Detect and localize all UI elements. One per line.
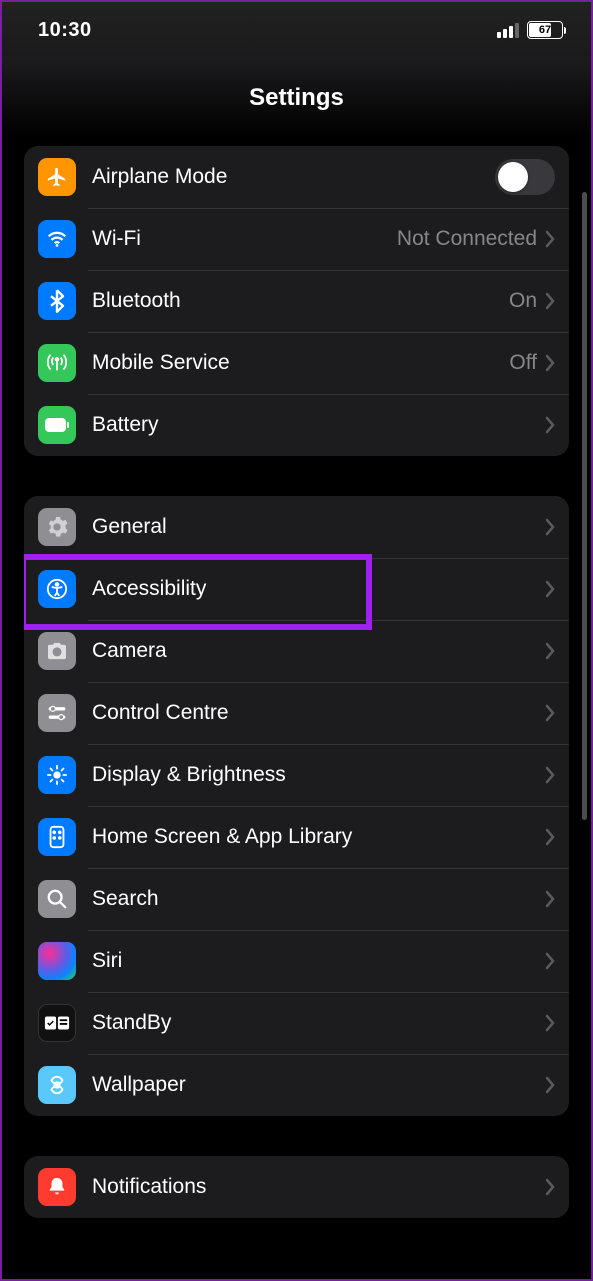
bluetooth-label: Bluetooth [92,289,509,313]
wallpaper-label: Wallpaper [92,1073,545,1097]
row-search[interactable]: Search [24,868,569,930]
wifi-label: Wi-Fi [92,227,397,251]
row-mobile-service[interactable]: Mobile Service Off [24,332,569,394]
wifi-value: Not Connected [397,227,537,251]
mobile-label: Mobile Service [92,351,509,375]
row-display-brightness[interactable]: Display & Brightness [24,744,569,806]
mobile-value: Off [509,351,537,375]
controlcentre-label: Control Centre [92,701,545,725]
chevron-right-icon [545,828,555,846]
chevron-right-icon [545,292,555,310]
chevron-right-icon [545,580,555,598]
airplane-icon [38,158,76,196]
battery-icon: 67 [527,21,563,39]
status-icons: 67 [497,21,563,39]
airplane-label: Airplane Mode [92,165,495,189]
notifications-label: Notifications [92,1175,545,1199]
siri-label: Siri [92,949,545,973]
row-siri[interactable]: Siri [24,930,569,992]
display-label: Display & Brightness [92,763,545,787]
accessibility-label: Accessibility [92,577,545,601]
wifi-icon [38,220,76,258]
status-bar: 10:30 67 [2,2,591,56]
general-label: General [92,515,545,539]
sliders-icon [38,694,76,732]
settings-content: Airplane Mode Wi-Fi Not Connected Blueto… [2,146,591,1218]
row-standby[interactable]: StandBy [24,992,569,1054]
chevron-right-icon [545,1076,555,1094]
row-battery[interactable]: Battery [24,394,569,456]
battery-row-icon [38,406,76,444]
gear-icon [38,508,76,546]
accessibility-icon [38,570,76,608]
scrollbar[interactable] [582,192,587,820]
chevron-right-icon [545,766,555,784]
camera-label: Camera [92,639,545,663]
row-general[interactable]: General [24,496,569,558]
antenna-icon [38,344,76,382]
chevron-right-icon [545,230,555,248]
chevron-right-icon [545,1178,555,1196]
settings-group-notifications: Notifications [24,1156,569,1218]
row-notifications[interactable]: Notifications [24,1156,569,1218]
battery-label: Battery [92,413,545,437]
page-title: Settings [2,84,591,112]
homescreen-label: Home Screen & App Library [92,825,545,849]
settings-group-connectivity: Airplane Mode Wi-Fi Not Connected Blueto… [24,146,569,456]
row-control-centre[interactable]: Control Centre [24,682,569,744]
brightness-icon [38,756,76,794]
chevron-right-icon [545,518,555,536]
row-home-screen[interactable]: Home Screen & App Library [24,806,569,868]
camera-icon [38,632,76,670]
chevron-right-icon [545,704,555,722]
settings-group-general: General Accessibility Camera Control Cen… [24,496,569,1116]
bluetooth-value: On [509,289,537,313]
standby-label: StandBy [92,1011,545,1035]
bell-icon [38,1168,76,1206]
row-wifi[interactable]: Wi-Fi Not Connected [24,208,569,270]
siri-icon [38,942,76,980]
chevron-right-icon [545,642,555,660]
chevron-right-icon [545,890,555,908]
chevron-right-icon [545,952,555,970]
wallpaper-icon [38,1066,76,1104]
row-wallpaper[interactable]: Wallpaper [24,1054,569,1116]
search-icon [38,880,76,918]
bluetooth-icon [38,282,76,320]
standby-icon [38,1004,76,1042]
row-accessibility[interactable]: Accessibility [24,558,569,620]
chevron-right-icon [545,416,555,434]
home-screen-icon [38,818,76,856]
airplane-toggle[interactable] [495,159,555,195]
row-airplane-mode[interactable]: Airplane Mode [24,146,569,208]
status-time: 10:30 [38,19,92,42]
chevron-right-icon [545,354,555,372]
search-label: Search [92,887,545,911]
page-header: Settings [2,56,591,146]
row-camera[interactable]: Camera [24,620,569,682]
chevron-right-icon [545,1014,555,1032]
cellular-signal-icon [497,23,519,38]
row-bluetooth[interactable]: Bluetooth On [24,270,569,332]
